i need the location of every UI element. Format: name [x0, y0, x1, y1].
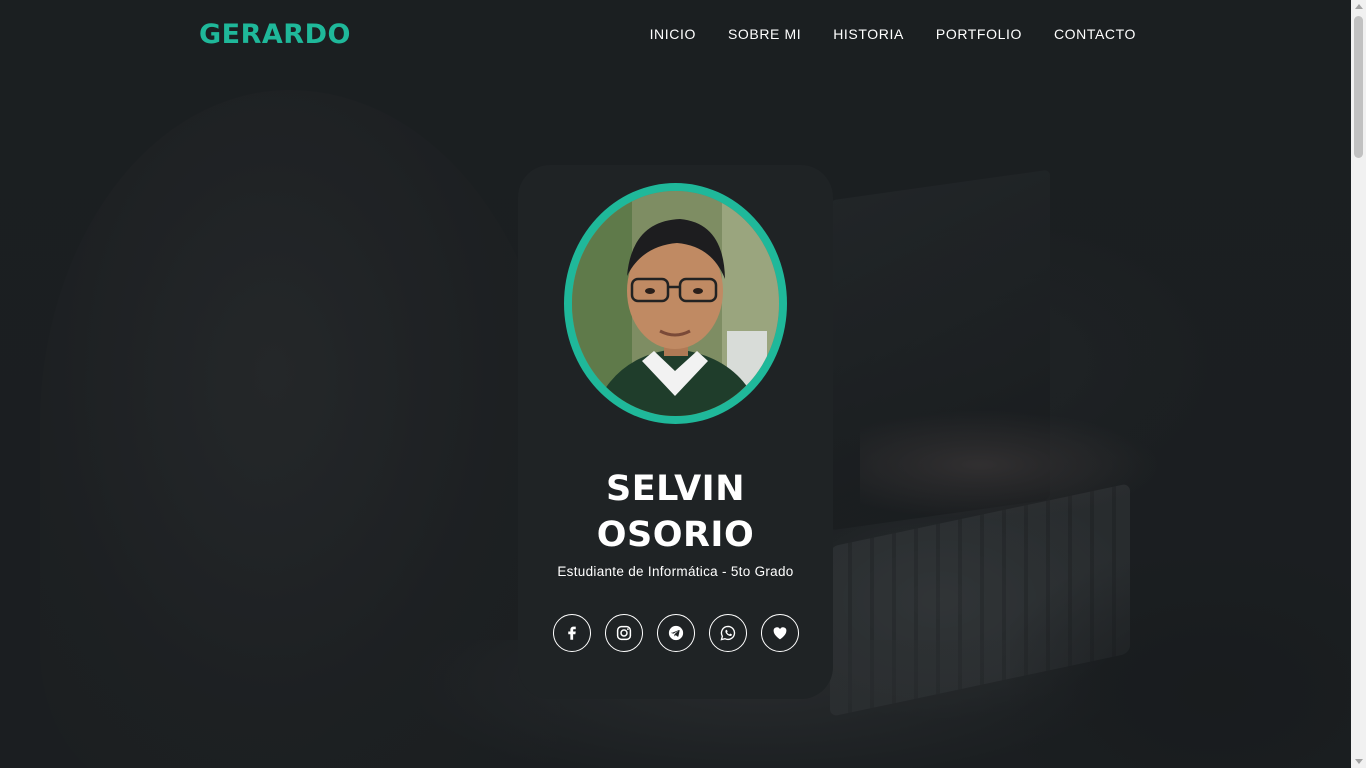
profile-name: SELVIN OSORIO: [597, 466, 754, 558]
profile-subtitle: Estudiante de Informática - 5to Grado: [557, 564, 794, 579]
telegram-icon: [668, 625, 683, 641]
site-logo[interactable]: GERARDO: [199, 19, 351, 50]
avatar-photo: [572, 191, 779, 416]
facebook-button[interactable]: [552, 614, 591, 652]
telegram-button[interactable]: [656, 614, 695, 652]
heart-icon: [773, 627, 786, 640]
social-links: [552, 614, 799, 652]
profile-last-name: OSORIO: [596, 515, 755, 555]
scroll-down-icon[interactable]: [1355, 759, 1363, 764]
whatsapp-button[interactable]: [708, 614, 747, 652]
facebook-icon: [567, 626, 576, 640]
instagram-button[interactable]: [604, 614, 643, 652]
heart-button[interactable]: [760, 614, 799, 652]
nav-item-sobre-mi[interactable]: SOBRE MI: [728, 26, 801, 42]
whatsapp-icon: [720, 625, 735, 641]
nav-item-inicio[interactable]: INICIO: [650, 26, 696, 42]
navbar: GERARDO INICIO SOBRE MI HISTORIA PORTFOL…: [0, 0, 1351, 68]
instagram-icon: [616, 625, 631, 641]
vertical-scrollbar[interactable]: [1351, 0, 1366, 768]
profile-card: SELVIN OSORIO Estudiante de Informática …: [518, 165, 833, 699]
avatar: [564, 183, 787, 424]
nav-item-portfolio[interactable]: PORTFOLIO: [936, 26, 1022, 42]
main-nav: INICIO SOBRE MI HISTORIA PORTFOLIO CONTA…: [650, 26, 1136, 42]
nav-item-contacto[interactable]: CONTACTO: [1054, 26, 1136, 42]
nav-item-historia[interactable]: HISTORIA: [833, 26, 904, 42]
scrollbar-thumb[interactable]: [1354, 16, 1363, 158]
scroll-up-icon[interactable]: [1355, 4, 1363, 9]
profile-first-name: SELVIN: [605, 469, 745, 509]
